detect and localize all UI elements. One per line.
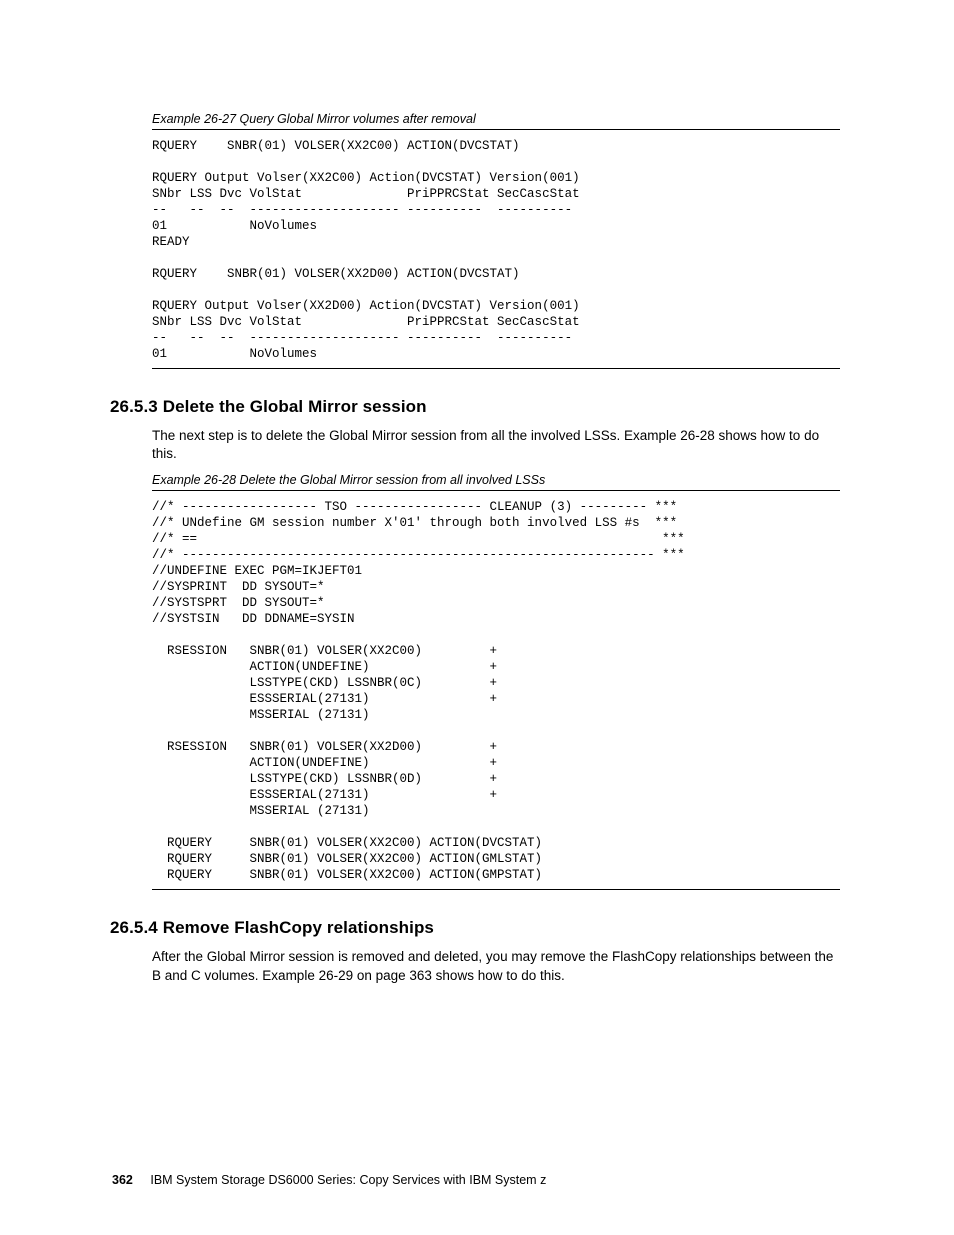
example-28-caption: Example 26-28 Delete the Global Mirror s… xyxy=(152,473,840,487)
page-number: 362 xyxy=(112,1173,133,1187)
section-heading-2654: 26.5.4 Remove FlashCopy relationships xyxy=(110,918,840,938)
example-27-code: RQUERY SNBR(01) VOLSER(XX2C00) ACTION(DV… xyxy=(152,129,840,369)
page-container: Example 26-27 Query Global Mirror volume… xyxy=(0,0,954,1235)
page-footer: 362 IBM System Storage DS6000 Series: Co… xyxy=(112,1173,840,1187)
book-title: IBM System Storage DS6000 Series: Copy S… xyxy=(150,1173,546,1187)
section-heading-2653: 26.5.3 Delete the Global Mirror session xyxy=(110,397,840,417)
section-2653-p1: The next step is to delete the Global Mi… xyxy=(152,427,840,463)
example-28-code: //* ------------------ TSO -------------… xyxy=(152,490,840,890)
example-27-caption: Example 26-27 Query Global Mirror volume… xyxy=(152,112,840,126)
section-2654-p1: After the Global Mirror session is remov… xyxy=(152,948,840,984)
